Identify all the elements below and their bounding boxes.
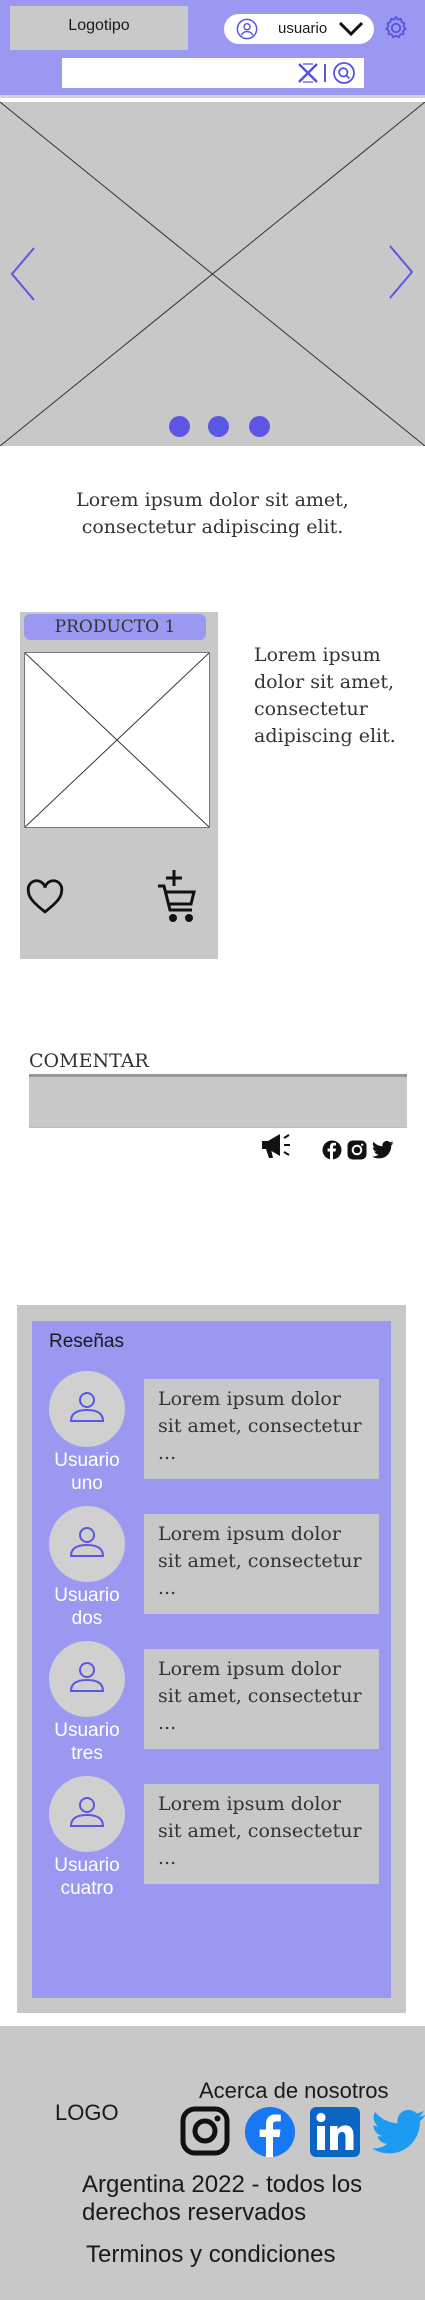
- intro-line: Lorem ipsum dolor sit amet,: [76, 489, 349, 511]
- gear-icon[interactable]: [382, 14, 410, 42]
- avatar[interactable]: [49, 1776, 125, 1852]
- image-placeholder: [0, 102, 425, 446]
- user-icon: [69, 1527, 105, 1557]
- review-item: Usuario cuatro Lorem ipsum dolor sit ame…: [32, 1776, 391, 1906]
- instagram-icon[interactable]: [180, 2106, 230, 2156]
- product-title[interactable]: PRODUCTO 1: [24, 614, 206, 640]
- comment-label: COMENTAR: [29, 1050, 149, 1072]
- footer-logo[interactable]: LOGO: [55, 2100, 119, 2126]
- review-user-name: Usuario cuatro: [54, 1855, 120, 1899]
- image-carousel: [0, 102, 425, 446]
- review-text: Lorem ipsum dolor sit amet, consectetur …: [144, 1649, 379, 1749]
- review-user-name: Usuario tres: [54, 1720, 120, 1764]
- user-icon: [69, 1392, 105, 1422]
- review-user-name: Usuario dos: [54, 1585, 120, 1629]
- avatar[interactable]: [49, 1641, 125, 1717]
- terms-link[interactable]: Terminos y condiciones: [86, 2241, 335, 2269]
- product-description: Lorem ipsum dolor sit amet, consectetur …: [254, 644, 396, 747]
- avatar[interactable]: [49, 1371, 125, 1447]
- chevron-right-icon[interactable]: [386, 242, 416, 302]
- review-text: Lorem ipsum dolor sit amet, consectetur …: [144, 1514, 379, 1614]
- about-link[interactable]: Acerca de nosotros: [199, 2078, 389, 2104]
- linkedin-icon[interactable]: [309, 2106, 361, 2158]
- search-input[interactable]: [62, 58, 290, 88]
- intro-text: Lorem ipsum dolor sit amet, consectetur …: [0, 487, 425, 541]
- avatar[interactable]: [49, 1506, 125, 1582]
- reviews-panel: Reseñas Usuario uno Lorem ipsum dolor si…: [32, 1321, 391, 1998]
- review-text: Lorem ipsum dolor sit amet, consectetur …: [144, 1379, 379, 1479]
- review-text: Lorem ipsum dolor sit amet, consectetur …: [144, 1784, 379, 1884]
- reviews-title: Reseñas: [49, 1331, 124, 1352]
- user-icon: [69, 1662, 105, 1692]
- review-item: Usuario dos Lorem ipsum dolor sit amet, …: [32, 1506, 391, 1636]
- comment-input[interactable]: [29, 1077, 407, 1127]
- search-icon[interactable]: [332, 61, 356, 85]
- twitter-icon[interactable]: [372, 1140, 394, 1160]
- megaphone-icon[interactable]: [260, 1132, 292, 1160]
- user-name: usuario: [278, 20, 328, 37]
- footer: LOGO Acerca de nosotros Argentina 2022 -…: [0, 2026, 425, 2300]
- search-bar: [62, 58, 364, 88]
- carousel-dot[interactable]: [208, 416, 229, 437]
- clear-icon[interactable]: [296, 62, 320, 84]
- twitter-icon[interactable]: [372, 2109, 425, 2157]
- carousel-dot[interactable]: [249, 416, 270, 437]
- copyright-text: Argentina 2022 - todos los derechos rese…: [82, 2171, 363, 2226]
- chevron-left-icon[interactable]: [8, 244, 38, 304]
- review-user-name: Usuario uno: [54, 1450, 120, 1494]
- chevron-down-icon: [338, 21, 364, 37]
- product-image[interactable]: [24, 652, 210, 828]
- facebook-icon[interactable]: [244, 2106, 296, 2158]
- instagram-icon[interactable]: [347, 1140, 367, 1160]
- user-menu-button[interactable]: usuario: [224, 14, 374, 44]
- header: Logotipo usuario: [0, 0, 425, 98]
- user-circle-icon: [236, 18, 258, 40]
- carousel-dot[interactable]: [169, 416, 190, 437]
- heart-icon[interactable]: [24, 876, 66, 918]
- review-item: Usuario uno Lorem ipsum dolor sit amet, …: [32, 1371, 391, 1501]
- comment-box: [29, 1074, 407, 1128]
- search-separator: [324, 64, 326, 82]
- intro-line: consectetur adipiscing elit.: [81, 516, 344, 538]
- review-item: Usuario tres Lorem ipsum dolor sit amet,…: [32, 1641, 391, 1771]
- product-card[interactable]: PRODUCTO 1: [20, 612, 218, 959]
- user-icon: [69, 1797, 105, 1827]
- reviews-section: Reseñas Usuario uno Lorem ipsum dolor si…: [17, 1305, 406, 2013]
- facebook-icon[interactable]: [322, 1140, 342, 1160]
- logo[interactable]: Logotipo: [10, 6, 188, 50]
- add-to-cart-icon[interactable]: [154, 868, 200, 926]
